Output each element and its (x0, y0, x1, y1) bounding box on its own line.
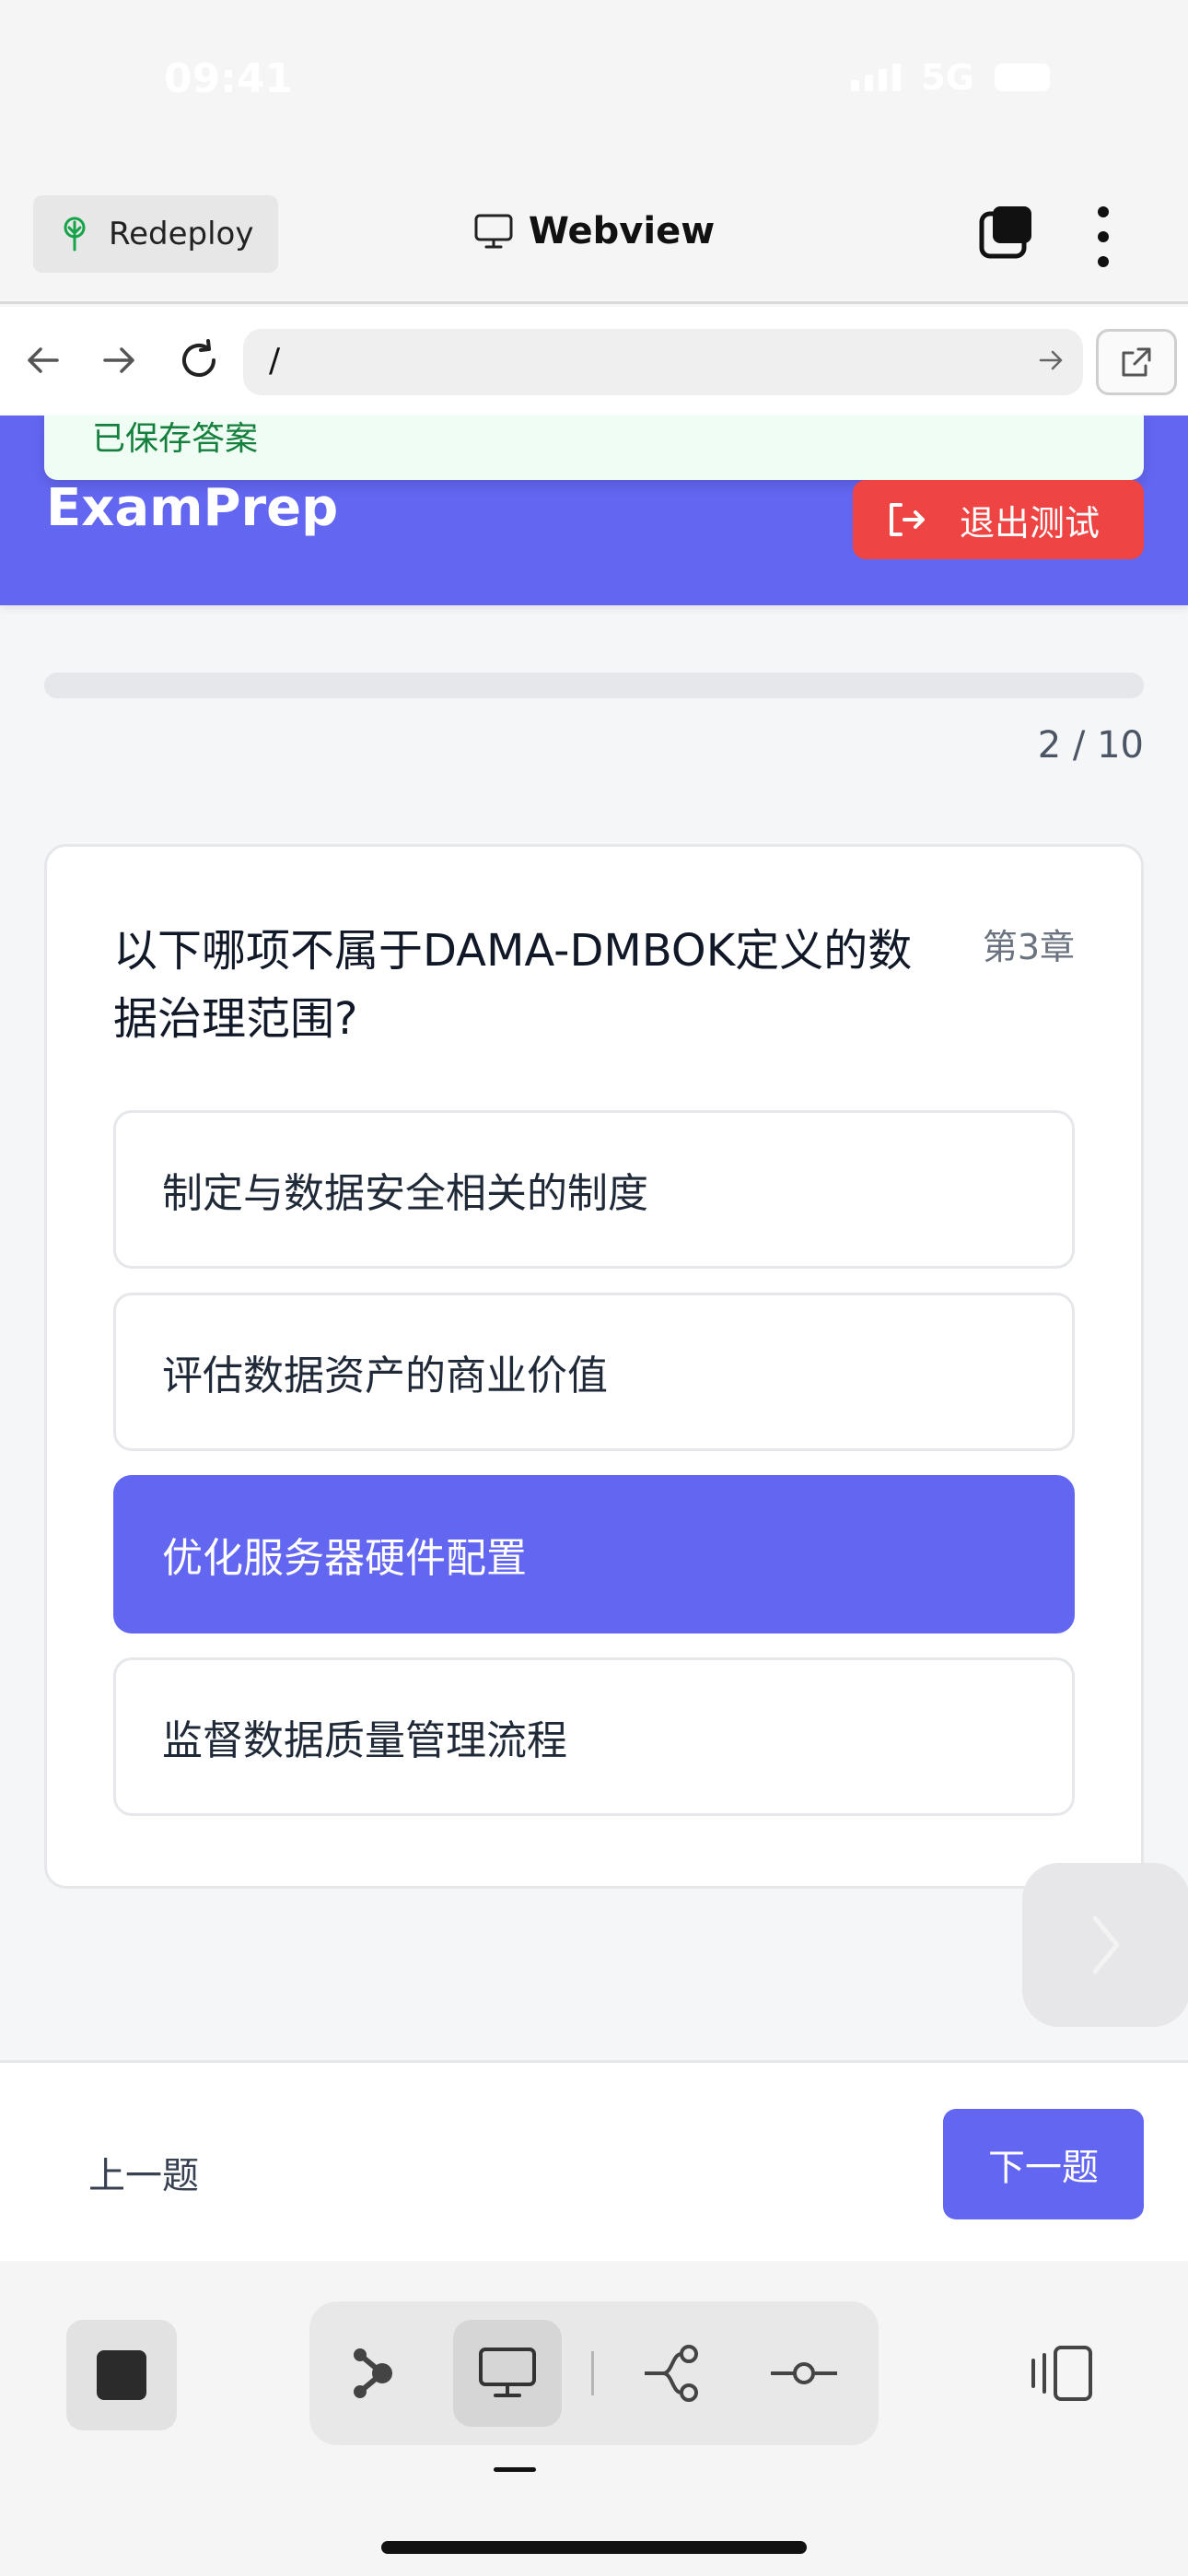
floating-next-button[interactable] (1022, 1863, 1188, 2027)
answer-option[interactable]: 优化服务器硬件配置 (113, 1475, 1075, 1633)
go-arrow-icon[interactable] (1037, 345, 1066, 375)
answer-option[interactable]: 制定与数据安全相关的制度 (113, 1110, 1075, 1269)
chapter-badge: 第3章 (982, 927, 1075, 967)
status-indicators: 5G (851, 57, 1050, 98)
side-panel-icon[interactable] (1028, 2344, 1094, 2406)
logout-icon (890, 503, 925, 536)
tool-switcher (309, 2301, 879, 2445)
answer-option-label: 优化服务器硬件配置 (162, 1535, 527, 1582)
battery-icon (995, 64, 1050, 91)
next-question-label: 下一题 (988, 2147, 1099, 2189)
toolbar-divider (591, 2351, 594, 2395)
external-link-icon (1122, 347, 1151, 377)
answer-option-label: 制定与数据安全相关的制度 (162, 1170, 648, 1217)
stop-icon (97, 2350, 146, 2400)
next-question-button[interactable]: 下一题 (943, 2109, 1144, 2219)
app-header: 已保存答案 ExamPrep 退出测试 (0, 416, 1188, 605)
save-toast: 已保存答案 (44, 416, 1144, 480)
home-indicator (381, 2541, 807, 2554)
active-tab-indicator (494, 2467, 536, 2472)
exit-test-label: 退出测试 (960, 502, 1101, 544)
webview-tab-icon[interactable] (453, 2320, 562, 2427)
answer-option-label: 监督数据质量管理流程 (162, 1717, 567, 1764)
progress-bar (44, 673, 1144, 698)
tabs-icon[interactable] (978, 205, 1035, 265)
exit-test-button[interactable]: 退出测试 (853, 480, 1144, 559)
webview-title-text: Webview (528, 210, 716, 252)
answer-option[interactable]: 评估数据资产的商业价值 (113, 1293, 1075, 1451)
question-nav-footer: 上一题 下一题 (0, 2060, 1188, 2261)
question-text: 以下哪项不属于DAMA-DMBOK定义的数据治理范围? (113, 925, 913, 1045)
toast-message: 已保存答案 (92, 420, 259, 458)
stop-button[interactable] (66, 2320, 177, 2430)
open-external-button[interactable] (1096, 329, 1177, 395)
progress-count: 2 / 10 (1037, 724, 1144, 767)
question-card: 以下哪项不属于DAMA-DMBOK定义的数据治理范围? 第3章 制定与数据安全相… (44, 844, 1144, 1889)
answer-option[interactable]: 监督数据质量管理流程 (113, 1657, 1075, 1816)
branch-icon[interactable] (619, 2320, 728, 2427)
reload-icon[interactable] (173, 334, 225, 386)
url-input[interactable]: / (243, 329, 1083, 395)
brand-logo: ExamPrep (46, 478, 339, 538)
signal-icon (851, 64, 902, 91)
monitor-icon (474, 214, 513, 249)
commit-icon[interactable] (750, 2320, 858, 2427)
webview-topbar: Redeploy Webview (0, 166, 1188, 304)
status-time: 09:41 (164, 55, 294, 102)
bottom-toolbar (0, 2261, 1188, 2576)
previous-question-button[interactable]: 上一题 (88, 2146, 199, 2199)
url-bar: / (0, 307, 1188, 416)
network-label: 5G (921, 57, 974, 98)
answer-option-label: 评估数据资产的商业价值 (162, 1352, 608, 1399)
progress-fill (44, 673, 264, 698)
forward-arrow-icon[interactable] (94, 334, 146, 386)
agent-icon[interactable] (319, 2320, 427, 2427)
back-arrow-icon[interactable] (17, 334, 68, 386)
chevron-right-icon (1092, 1915, 1120, 1974)
status-bar: 09:41 5G (0, 0, 1188, 166)
url-text: / (269, 342, 281, 380)
more-options-icon[interactable] (1092, 206, 1114, 267)
